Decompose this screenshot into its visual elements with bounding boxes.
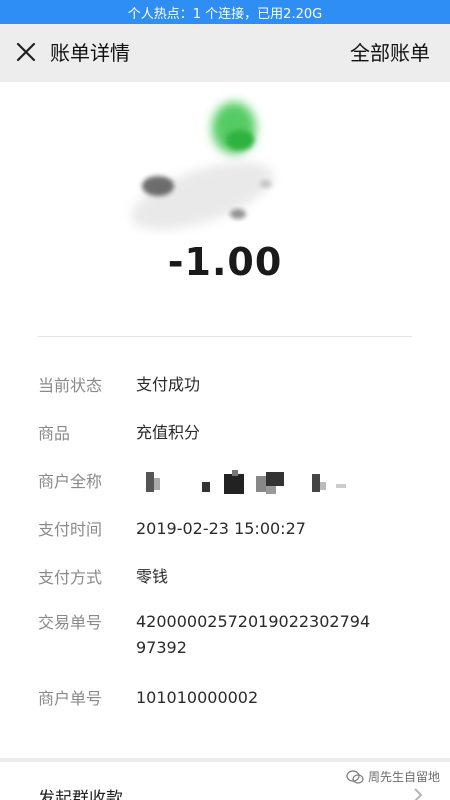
detail-label: 商户单号 — [38, 689, 103, 708]
status-bar: 个人热点：1 个连接，已用2.20G — [0, 0, 450, 24]
close-icon — [16, 42, 36, 62]
detail-label: 商户全称 — [38, 472, 103, 491]
detail-label: 交易单号 — [38, 613, 103, 632]
detail-value: 零钱 — [136, 567, 169, 586]
transaction-amount: -1.00 — [167, 240, 283, 284]
detail-value: 2019-02-23 15:00:27 — [136, 519, 306, 538]
detail-value[interactable]: 4200000257201902230279497392 — [136, 609, 376, 661]
close-button[interactable] — [14, 40, 38, 64]
all-bills-link[interactable]: 全部账单 — [350, 24, 430, 82]
wechat-icon — [346, 769, 364, 784]
bill-detail-card: -1.00 当前状态 支付成功 商品 充值积分 商户全称 支付时间 2019-0… — [0, 82, 450, 758]
detail-label: 商品 — [38, 424, 71, 443]
detail-label: 支付时间 — [38, 520, 103, 539]
detail-value: 支付成功 — [136, 375, 201, 394]
status-bar-text: 个人热点：1 个连接，已用2.20G — [127, 6, 323, 22]
detail-label: 支付方式 — [38, 568, 103, 587]
page-title: 账单详情 — [50, 41, 130, 65]
merchant-logo-blurred — [131, 102, 273, 230]
detail-value: 101010000002 — [136, 688, 259, 707]
group-collect-label: 发起群收款 — [38, 789, 123, 800]
detail-label: 当前状态 — [38, 376, 103, 395]
merchant-name-redacted — [146, 470, 346, 494]
divider — [38, 336, 412, 337]
watermark: 周先生自留地 — [346, 768, 440, 785]
nav-bar: 账单详情 全部账单 — [0, 24, 450, 82]
watermark-text: 周先生自留地 — [367, 770, 440, 784]
chevron-right-icon — [414, 788, 423, 800]
detail-value: 充值积分 — [136, 423, 201, 442]
